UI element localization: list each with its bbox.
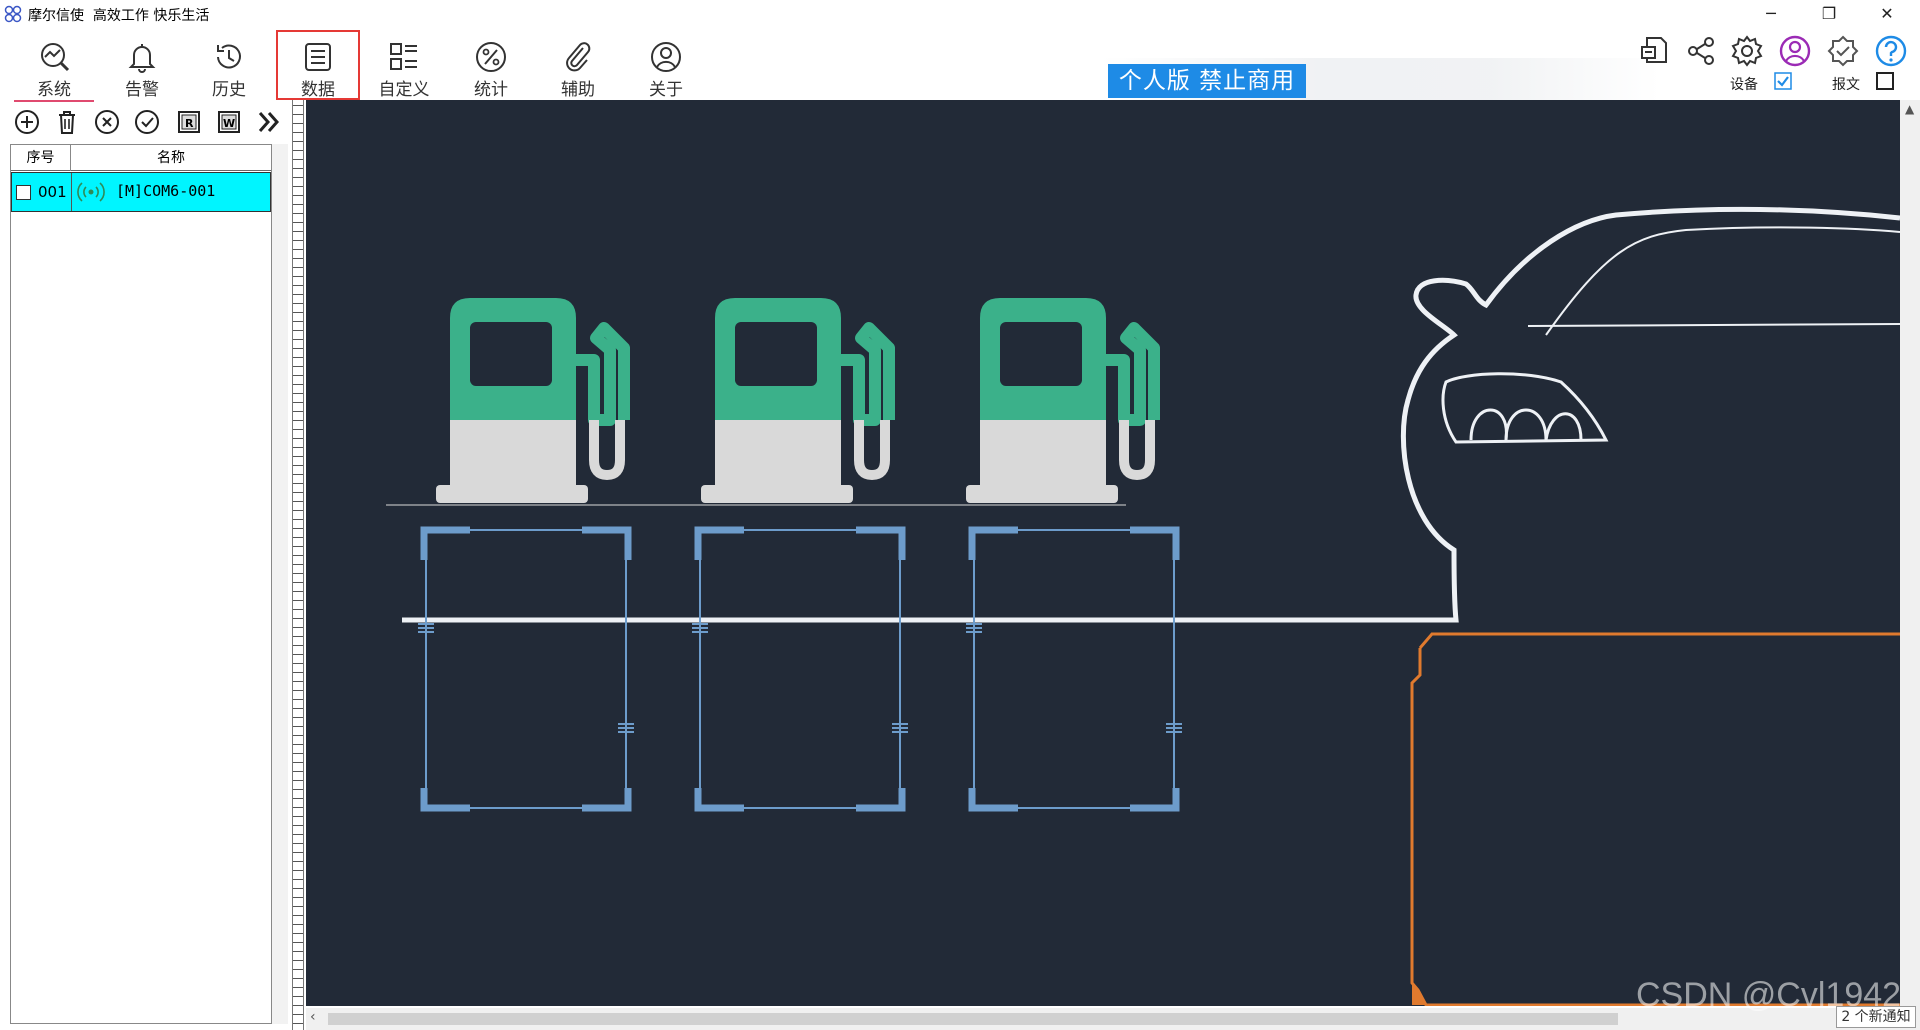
tab-assist[interactable]: 辅助 — [538, 36, 618, 100]
bell-icon — [128, 44, 156, 73]
panel-group — [418, 526, 1182, 812]
share-icon[interactable] — [1684, 34, 1718, 68]
device-list-scrollbar[interactable] — [272, 144, 288, 1024]
car-hood-line — [1527, 323, 1900, 327]
account-icon[interactable] — [1778, 34, 1812, 68]
tab-about-label: 关于 — [649, 80, 683, 100]
vertical-scrollbar[interactable]: ▲ — [1900, 100, 1920, 1030]
left-toolbar: R W — [8, 104, 292, 140]
tab-statistics-label: 统计 — [474, 80, 508, 100]
custom-grid-icon — [390, 43, 417, 70]
row-index: 001 — [38, 183, 67, 201]
column-index[interactable]: 序号 — [11, 145, 71, 171]
app-logo-icon — [4, 5, 22, 23]
tab-history-label: 历史 — [212, 80, 246, 100]
write-icon[interactable]: W — [214, 107, 244, 137]
row-divider — [71, 173, 72, 211]
settings-gear-icon[interactable] — [1730, 34, 1764, 68]
tab-system[interactable]: 系统 — [14, 36, 94, 102]
paperclip-icon — [566, 42, 591, 72]
verified-badge-icon[interactable] — [1826, 34, 1860, 68]
info-panel — [418, 526, 634, 812]
scroll-up-icon[interactable]: ▲ — [1905, 102, 1914, 116]
user-circle-icon — [651, 42, 681, 72]
chart-search-icon — [41, 43, 70, 72]
tab-system-label: 系统 — [37, 80, 71, 100]
tab-history[interactable]: 历史 — [189, 36, 269, 100]
car-headlight-rings — [1469, 408, 1583, 441]
expand-icon[interactable] — [254, 107, 284, 137]
main-window: 摩尔信使 高效工作 快乐生活 ─ ❐ ✕ 系统 告警 历史 数据 自定义 统计 — [0, 0, 1920, 1030]
scroll-left-icon[interactable]: ‹ — [310, 1009, 316, 1025]
dashboard-graphic — [386, 206, 1900, 1006]
document-lines-icon — [305, 43, 331, 71]
device-label: 设备 — [1730, 77, 1758, 93]
notification-badge[interactable]: 2 个新通知 — [1836, 1006, 1916, 1028]
column-name[interactable]: 名称 — [71, 145, 271, 171]
panel-splitter[interactable] — [292, 100, 304, 1030]
message-label: 报文 — [1832, 77, 1860, 93]
svg-text:R: R — [185, 117, 194, 130]
edition-banner: 个人版 禁止商用 — [1108, 64, 1306, 98]
percent-icon — [476, 42, 506, 72]
minimize-button[interactable]: ─ — [1748, 2, 1794, 26]
confirm-icon[interactable] — [132, 107, 162, 137]
tab-assist-label: 辅助 — [561, 80, 595, 100]
title-bar: 摩尔信使 高效工作 快乐生活 ─ ❐ ✕ — [0, 0, 1920, 28]
close-button[interactable]: ✕ — [1864, 2, 1910, 26]
tab-custom-label: 自定义 — [378, 80, 430, 100]
tab-statistics[interactable]: 统计 — [451, 36, 531, 100]
fuel-pump-icon — [701, 298, 895, 503]
info-panel — [966, 526, 1182, 812]
dashboard-canvas — [306, 100, 1900, 1006]
tab-about[interactable]: 关于 — [626, 36, 706, 100]
row-name: [M]COM6-001 — [116, 182, 216, 200]
svg-text:W: W — [223, 117, 235, 130]
row-checkbox[interactable] — [16, 185, 31, 200]
tab-data-label: 数据 — [301, 80, 335, 100]
history-clock-icon — [217, 44, 241, 69]
orange-panel — [1410, 632, 1900, 1006]
app-title: 摩尔信使 高效工作 快乐生活 — [28, 8, 210, 24]
fuel-pump-icon — [436, 298, 630, 503]
device-checkbox[interactable] — [1774, 72, 1792, 90]
tab-alarm[interactable]: 告警 — [102, 36, 182, 100]
report-doc-icon[interactable] — [1638, 34, 1672, 68]
cancel-icon[interactable] — [92, 107, 122, 137]
device-list: 序号 名称 001 [M]COM6-001 — [10, 144, 272, 1024]
ribbon-toolbar: 系统 告警 历史 数据 自定义 统计 辅助 关于 个人版 禁止商用 设备 报文 — [0, 28, 1920, 128]
pump-group — [386, 298, 1160, 506]
restore-button[interactable]: ❐ — [1806, 2, 1852, 26]
device-list-header: 序号 名称 — [11, 145, 271, 171]
tab-data[interactable]: 数据 — [276, 30, 360, 100]
tab-alarm-label: 告警 — [125, 80, 159, 100]
tab-custom[interactable]: 自定义 — [364, 36, 444, 100]
horizontal-scroll-thumb[interactable] — [328, 1013, 1618, 1025]
signal-icon — [77, 182, 105, 202]
info-panel — [692, 526, 908, 812]
fuel-pump-icon — [966, 298, 1160, 503]
help-icon[interactable] — [1874, 34, 1908, 68]
delete-icon[interactable] — [52, 107, 82, 137]
add-icon[interactable] — [12, 107, 42, 137]
list-item[interactable]: 001 [M]COM6-001 — [11, 172, 271, 212]
read-icon[interactable]: R — [174, 107, 204, 137]
message-checkbox[interactable] — [1876, 72, 1894, 90]
car-window — [1545, 226, 1900, 336]
